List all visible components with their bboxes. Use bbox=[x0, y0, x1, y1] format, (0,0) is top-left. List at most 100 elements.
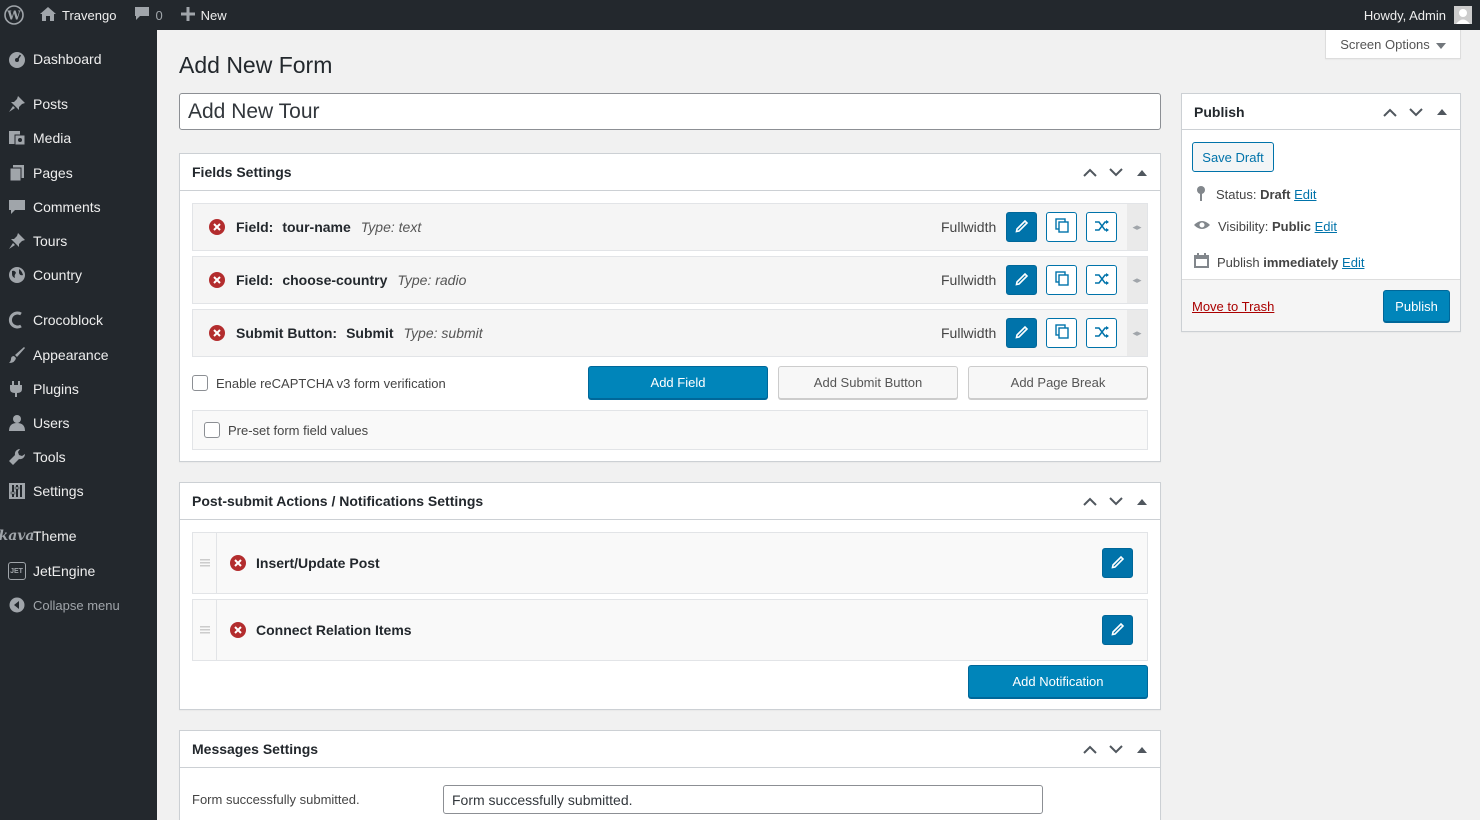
my-account-link[interactable]: Howdy, Admin bbox=[1364, 0, 1472, 30]
delete-icon[interactable] bbox=[209, 219, 225, 235]
collapse-menu-button[interactable]: Collapse menu bbox=[0, 589, 157, 621]
postbox-header: Fields Settings bbox=[180, 154, 1160, 191]
sidebar-item-appearance[interactable]: Appearance bbox=[0, 339, 157, 371]
visibility-line: Visibility: Public Edit bbox=[1194, 219, 1337, 234]
move-up-icon[interactable] bbox=[1380, 102, 1400, 122]
sidebar-item-tools[interactable]: Tools bbox=[0, 441, 157, 473]
sidebar-item-users[interactable]: Users bbox=[0, 407, 157, 439]
sidebar-item-country[interactable]: Country bbox=[0, 259, 157, 291]
add-submit-button[interactable]: Add Submit Button bbox=[778, 366, 958, 399]
recaptcha-checkbox[interactable] bbox=[192, 375, 208, 391]
sidebar-item-tours[interactable]: Tours bbox=[0, 225, 157, 257]
sidebar-item-jetengine[interactable]: JET JetEngine bbox=[0, 555, 157, 587]
success-message-input[interactable] bbox=[443, 785, 1043, 814]
save-draft-button[interactable]: Save Draft bbox=[1192, 142, 1274, 172]
add-page-break-button[interactable]: Add Page Break bbox=[968, 366, 1148, 399]
sidebar-item-dashboard[interactable]: Dashboard bbox=[0, 43, 157, 75]
recaptcha-option[interactable]: Enable reCAPTCHA v3 form verification bbox=[192, 375, 446, 391]
add-notification-button[interactable]: Add Notification bbox=[968, 665, 1148, 698]
drag-handle[interactable]: ◂▸ bbox=[1127, 310, 1147, 356]
form-title-input[interactable] bbox=[179, 93, 1161, 130]
home-icon bbox=[40, 6, 56, 24]
edit-field-button[interactable] bbox=[1006, 265, 1037, 295]
publish-button[interactable]: Publish bbox=[1383, 290, 1450, 322]
move-down-icon[interactable] bbox=[1106, 492, 1126, 512]
delete-icon[interactable] bbox=[209, 325, 225, 341]
plus-icon bbox=[180, 6, 195, 24]
delete-icon[interactable] bbox=[230, 622, 246, 641]
edit-notification-button[interactable] bbox=[1102, 548, 1133, 578]
field-row: Submit Button: Submit Type: submit Fullw… bbox=[192, 309, 1148, 357]
sidebar-item-label: Collapse menu bbox=[33, 597, 120, 613]
sidebar-item-crocoblock[interactable]: Crocoblock bbox=[0, 304, 157, 336]
new-content-link[interactable]: New bbox=[180, 0, 227, 30]
edit-visibility-link[interactable]: Edit bbox=[1315, 219, 1337, 234]
toggle-panel-icon[interactable] bbox=[1132, 740, 1152, 760]
field-type: Type: submit bbox=[403, 325, 483, 341]
preset-checkbox[interactable] bbox=[204, 422, 220, 438]
copy-field-button[interactable] bbox=[1046, 265, 1077, 295]
drag-handle[interactable]: ◂▸ bbox=[1127, 257, 1147, 303]
sidebar-item-posts[interactable]: Posts bbox=[0, 88, 157, 120]
move-to-trash-link[interactable]: Move to Trash bbox=[1192, 299, 1274, 314]
wordpress-logo-icon[interactable]: W bbox=[0, 0, 28, 30]
drag-handle[interactable]: ◂▸ bbox=[1127, 204, 1147, 250]
collapse-icon bbox=[0, 597, 33, 613]
recaptcha-label: Enable reCAPTCHA v3 form verification bbox=[216, 375, 446, 391]
pin-icon bbox=[0, 232, 33, 250]
field-label: Field: choose-country Type: radio bbox=[236, 257, 466, 303]
move-down-icon[interactable] bbox=[1406, 102, 1426, 122]
conditional-field-button[interactable] bbox=[1086, 265, 1117, 295]
site-name-link[interactable]: Travengo bbox=[40, 0, 116, 30]
publish-box: Publish Save Draft Status: Draft Edit Vi… bbox=[1181, 93, 1461, 332]
svg-text:W: W bbox=[6, 9, 21, 23]
comments-link[interactable]: 0 bbox=[134, 0, 163, 30]
user-icon bbox=[0, 414, 33, 432]
conditional-field-button[interactable] bbox=[1086, 318, 1117, 348]
sidebar-item-comments[interactable]: Comments bbox=[0, 191, 157, 223]
field-name: choose-country bbox=[282, 272, 388, 288]
page-title: Add New Form bbox=[179, 52, 333, 78]
sidebar-item-media[interactable]: Media bbox=[0, 122, 157, 154]
edit-field-button[interactable] bbox=[1006, 318, 1037, 348]
edit-field-button[interactable] bbox=[1006, 212, 1037, 242]
edit-notification-button[interactable] bbox=[1102, 615, 1133, 645]
jetengine-icon: JET bbox=[0, 562, 33, 580]
edit-schedule-link[interactable]: Edit bbox=[1342, 255, 1364, 270]
screen-options-label: Screen Options bbox=[1340, 36, 1430, 52]
sidebar-item-label: Dashboard bbox=[33, 51, 102, 67]
edit-status-link[interactable]: Edit bbox=[1294, 187, 1316, 202]
postbox-header: Post-submit Actions / Notifications Sett… bbox=[180, 483, 1160, 520]
toggle-panel-icon[interactable] bbox=[1132, 492, 1152, 512]
preset-option[interactable]: Pre-set form field values bbox=[204, 422, 368, 438]
sidebar-item-theme[interactable]: kava Theme bbox=[0, 520, 157, 552]
sidebar-item-settings[interactable]: Settings bbox=[0, 475, 157, 507]
delete-icon[interactable] bbox=[209, 272, 225, 288]
move-down-icon[interactable] bbox=[1106, 740, 1126, 760]
sidebar-item-plugins[interactable]: Plugins bbox=[0, 373, 157, 405]
move-down-icon[interactable] bbox=[1106, 163, 1126, 183]
field-width: Fullwidth bbox=[941, 272, 997, 288]
copy-icon bbox=[1054, 271, 1069, 289]
drag-handle-icon[interactable] bbox=[193, 600, 217, 660]
drag-handle-icon[interactable] bbox=[193, 533, 217, 593]
toggle-panel-icon[interactable] bbox=[1132, 163, 1152, 183]
toggle-panel-icon[interactable] bbox=[1432, 102, 1452, 122]
move-up-icon[interactable] bbox=[1080, 740, 1100, 760]
handle-actions bbox=[1080, 154, 1152, 191]
copy-field-button[interactable] bbox=[1046, 318, 1077, 348]
pencil-icon bbox=[1110, 555, 1125, 572]
delete-icon[interactable] bbox=[230, 555, 246, 574]
sidebar-item-label: Users bbox=[33, 415, 70, 431]
field-label: Field: tour-name Type: text bbox=[236, 204, 421, 250]
move-up-icon[interactable] bbox=[1080, 163, 1100, 183]
conditional-field-button[interactable] bbox=[1086, 212, 1117, 242]
globe-icon bbox=[0, 266, 33, 284]
sidebar-item-label: Appearance bbox=[33, 347, 109, 363]
screen-options-button[interactable]: Screen Options bbox=[1325, 30, 1461, 59]
add-field-button[interactable]: Add Field bbox=[588, 366, 768, 399]
sidebar-item-pages[interactable]: Pages bbox=[0, 157, 157, 189]
copy-field-button[interactable] bbox=[1046, 212, 1077, 242]
move-up-icon[interactable] bbox=[1080, 492, 1100, 512]
preset-label: Pre-set form field values bbox=[228, 422, 369, 438]
